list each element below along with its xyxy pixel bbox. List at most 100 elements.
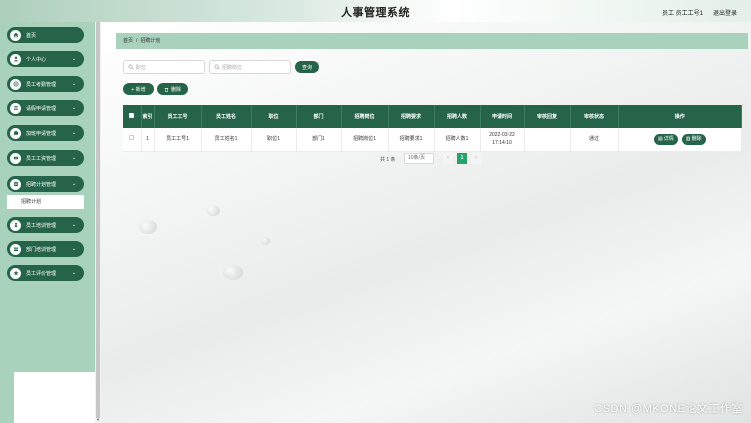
page-size-select[interactable]: 10条/页 — [404, 153, 434, 164]
table-row: 1 员工工号1 员工姓名1 职位1 部门1 招聘岗位1 招聘要求1 招聘人数1 … — [123, 128, 742, 152]
col-header-emp-name: 员工姓名 — [201, 105, 252, 128]
home-icon — [10, 29, 21, 41]
position-search-input[interactable]: 职位 — [123, 60, 205, 74]
sidebar-item-employee-training[interactable]: 员工培训管理 ⌄ — [7, 217, 84, 233]
cell-position: 职位1 — [251, 128, 297, 152]
col-header-status: 审核状态 — [570, 105, 619, 128]
cell-status: 通过 — [570, 128, 619, 152]
delete-button[interactable]: ▥ 删除 — [681, 133, 706, 145]
trash-icon — [164, 87, 169, 92]
query-button[interactable]: 查询 — [295, 61, 319, 73]
cell-index: 1 — [141, 128, 155, 152]
briefcase-icon — [10, 127, 21, 139]
watermark: CSDN @MKONE论文工作室 — [594, 403, 743, 415]
col-header-apply-time: 申请时间 — [480, 105, 525, 128]
add-button[interactable]: + 新增 — [123, 83, 154, 95]
fingerprint-icon — [10, 78, 21, 90]
list-icon — [10, 102, 21, 114]
logout-link[interactable]: 退出登录 — [713, 8, 737, 17]
submenu-item-recruitment-plan[interactable]: 招聘计划 — [7, 195, 84, 209]
chevron-down-icon: ⌄ — [71, 222, 77, 228]
col-header-index: 索引 — [141, 105, 155, 128]
water-drop-decoration — [206, 205, 220, 216]
row-checkbox[interactable] — [123, 128, 142, 152]
breadcrumb-current: 招聘计划 — [140, 38, 161, 44]
detail-label: 详情 — [663, 136, 674, 143]
sidebar-item-label: 员工考勤管理 — [26, 81, 57, 88]
delete-label: 删除 — [691, 136, 702, 143]
batch-delete-button[interactable]: 删除 — [157, 83, 188, 95]
sidebar-item-overtime[interactable]: 加班申请管理 ⌄ — [7, 125, 84, 141]
cell-emp-name: 员工姓名1 — [201, 128, 252, 152]
sidebar-item-evaluation[interactable]: 员工评价管理 ⌄ — [7, 265, 84, 281]
sidebar-item-salary[interactable]: 员工工资管理 ⌄ — [7, 150, 84, 166]
pagination-total: 共 1 条 — [380, 157, 396, 163]
sidebar-item-attendance[interactable]: 员工考勤管理 ⌄ — [7, 76, 84, 92]
next-page-button[interactable]: › — [471, 153, 481, 164]
sidebar-item-home[interactable]: 首页 — [7, 27, 84, 43]
search-icon — [128, 64, 134, 70]
cell-reply — [524, 128, 571, 152]
col-header-requirement: 招聘要求 — [388, 105, 435, 128]
col-header-emp-no: 员工工号 — [154, 105, 202, 128]
recruitment-table: 索引 员工工号 员工姓名 职位 部门 招聘岗位 招聘要求 招聘人数 申请时间 审… — [123, 105, 742, 152]
sidebar-item-label: 请假申请管理 — [26, 105, 57, 112]
sidebar-item-label: 首页 — [26, 32, 37, 39]
group-icon — [10, 243, 21, 255]
post-search-input[interactable]: 招聘岗位 — [209, 60, 291, 74]
prev-page-button[interactable]: ‹ — [443, 153, 453, 164]
cell-department: 部门1 — [296, 128, 342, 152]
col-header-position: 职位 — [251, 105, 297, 128]
detail-button[interactable]: ▤ 详情 — [654, 133, 678, 145]
select-all-checkbox[interactable] — [123, 105, 142, 128]
user-icon — [10, 53, 21, 65]
scrollbar-thumb[interactable] — [96, 22, 100, 418]
trash-icon: ▥ — [685, 136, 691, 143]
main-content: 首页 / 招聘计划 职位 招聘岗位 查询 + 新增 删除 索引 员工工号 员工姓名 … — [101, 22, 751, 423]
chevron-down-icon: ⌄ — [71, 246, 77, 252]
col-header-operations: 操作 — [618, 105, 742, 128]
cell-apply-time: 2022-03-22 17:14:10 — [480, 128, 525, 152]
cell-requirement: 招聘要求1 — [388, 128, 435, 152]
star-icon — [10, 267, 21, 279]
post-search-placeholder: 招聘岗位 — [222, 64, 243, 71]
cell-post: 招聘岗位1 — [341, 128, 389, 152]
chevron-down-icon: ⌄ — [71, 56, 77, 62]
person-icon — [10, 219, 21, 231]
breadcrumb: 首页 / 招聘计划 — [116, 33, 748, 49]
chevron-down-icon: ⌄ — [71, 155, 77, 161]
sidebar-item-label: 招聘计划管理 — [26, 181, 57, 188]
water-drop-decoration — [261, 237, 270, 245]
chevron-down-icon: ⌄ — [71, 130, 77, 136]
sidebar-item-personal-center[interactable]: 个人中心 ⌄ — [7, 51, 84, 67]
money-icon — [10, 152, 21, 164]
cell-headcount: 招聘人数1 — [434, 128, 481, 152]
chevron-down-icon: ⌄ — [71, 105, 77, 111]
page-number-current[interactable]: 1 — [457, 153, 467, 164]
table-header-row: 索引 员工工号 员工姓名 职位 部门 招聘岗位 招聘要求 招聘人数 申请时间 审… — [123, 105, 742, 128]
sidebar-item-label: 个人中心 — [26, 56, 47, 63]
chevron-up-icon: ⌄ — [71, 181, 77, 187]
water-drop-decoration — [223, 265, 243, 280]
sidebar-item-label: 员工培训管理 — [26, 222, 57, 229]
water-drop-decoration — [139, 220, 157, 234]
top-bar: 人事管理系统 员工 员工工号1 退出登录 — [0, 0, 751, 22]
col-header-reply: 审核回复 — [524, 105, 571, 128]
cell-emp-no: 员工工号1 — [154, 128, 202, 152]
chevron-down-icon: ⌄ — [71, 270, 77, 276]
sidebar-item-label: 部门培训管理 — [26, 246, 57, 253]
breadcrumb-separator: / — [136, 38, 138, 44]
chevron-down-icon: ⌄ — [71, 81, 77, 87]
position-search-placeholder: 职位 — [136, 64, 147, 71]
breadcrumb-home[interactable]: 首页 — [123, 38, 133, 44]
sidebar-item-label: 员工评价管理 — [26, 270, 57, 277]
sidebar-item-dept-training[interactable]: 部门培训管理 ⌄ — [7, 241, 84, 257]
col-header-department: 部门 — [296, 105, 342, 128]
detail-icon: ▤ — [658, 136, 663, 143]
sidebar-item-leave[interactable]: 请假申请管理 ⌄ — [7, 100, 84, 116]
sidebar-bottom-strip — [0, 372, 14, 423]
sidebar-item-label: 加班申请管理 — [26, 130, 57, 137]
plan-icon — [10, 178, 21, 190]
cell-operations: ▤ 详情 ▥ 删除 — [618, 128, 742, 152]
sidebar-item-recruitment[interactable]: 招聘计划管理 ⌄ — [7, 176, 84, 192]
